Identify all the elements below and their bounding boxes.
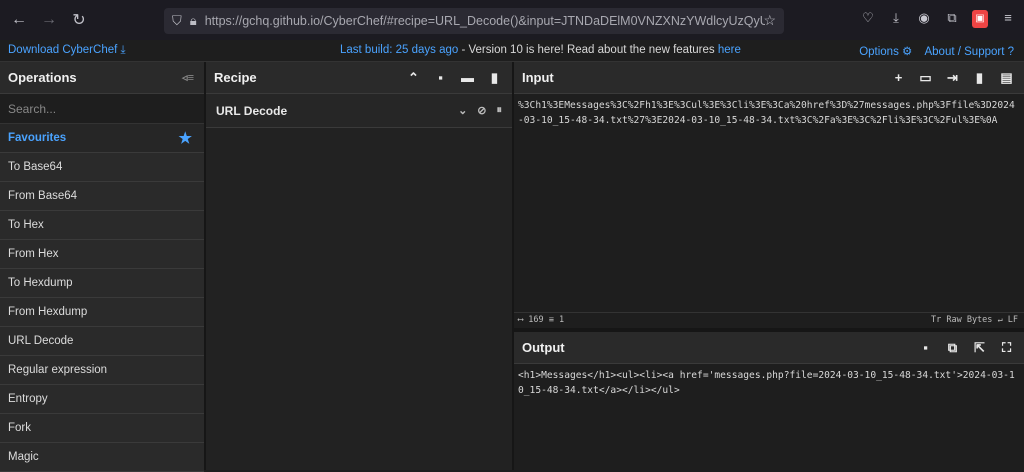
input-encoding[interactable]: Tr Raw Bytes ↵ LF xyxy=(931,315,1018,325)
input-textarea[interactable]: %3Ch1%3EMessages%3C%2Fh1%3E%3Cul%3E%3Cli… xyxy=(518,98,1018,128)
input-statusbar: ⟷ 169 ≡ 1 Tr Raw Bytes ↵ LF xyxy=(514,312,1024,328)
collapse-icon[interactable]: ◃≡ xyxy=(182,71,194,84)
operation-item[interactable]: To Base64 xyxy=(0,153,204,182)
output-title: Output xyxy=(522,340,565,355)
build-info: Last build: 25 days ago - Version 10 is … xyxy=(340,44,741,56)
operations-panel: Operations ◃≡ Search... Favourites ★ To … xyxy=(0,62,204,472)
recipe-title: Recipe xyxy=(214,70,257,85)
open-folder-icon[interactable]: ▭ xyxy=(918,70,933,85)
chevron-down-icon[interactable]: ⌄ xyxy=(458,104,467,117)
operations-header: Operations ◃≡ xyxy=(0,62,204,94)
recipe-operation-name: URL Decode xyxy=(216,104,288,118)
input-panel: Input + ▭ ⇥ ▮ ▤ %3Ch1%3EMessages%3C%2Fh1… xyxy=(514,62,1024,324)
options-button[interactable]: Options ⚙ xyxy=(859,46,912,58)
downloads-icon[interactable]: ⤓ xyxy=(888,10,904,28)
operation-item[interactable]: Regular expression xyxy=(0,356,204,385)
output-panel: Output ▪ ⧉ ⇱ ⛶ <h1>Messages</h1><ul><li>… xyxy=(514,332,1024,470)
operation-item[interactable]: From Base64 xyxy=(0,182,204,211)
back-icon[interactable]: ← xyxy=(8,9,30,31)
copy-icon[interactable]: ⧉ xyxy=(945,340,960,355)
reload-icon[interactable]: ↻ xyxy=(68,9,90,31)
top-banner: Download CyberChef ⤓ Last build: 25 days… xyxy=(0,40,1024,62)
pocket-icon[interactable]: ♡ xyxy=(860,10,876,28)
extensions-icon[interactable]: ⧉ xyxy=(944,10,960,28)
output-header: Output ▪ ⧉ ⇱ ⛶ xyxy=(514,332,1024,364)
favourites-label: Favourites xyxy=(8,132,67,144)
operation-item[interactable]: Fork xyxy=(0,414,204,443)
save-output-icon[interactable]: ▪ xyxy=(918,340,933,355)
recipe-header: Recipe ⌃ ▪ ▬ ▮ xyxy=(206,62,512,94)
trash-icon[interactable]: ▮ xyxy=(972,70,987,85)
browser-toolbar: ← → ↻ ⛉ 🔒︎ https://gchq.github.io/CyberC… xyxy=(0,0,1024,40)
address-bar[interactable]: ⛉ 🔒︎ https://gchq.github.io/CyberChef/#r… xyxy=(164,8,784,34)
pause-icon[interactable]: ⏸︎ xyxy=(497,104,503,117)
operation-item[interactable]: Entropy xyxy=(0,385,204,414)
recipe-operation[interactable]: URL Decode ⌄ ⊘ ⏸︎ xyxy=(206,94,512,128)
layout-icon[interactable]: ▤ xyxy=(999,70,1014,85)
input-title: Input xyxy=(522,70,554,85)
favourites-category[interactable]: Favourites ★ xyxy=(0,124,204,153)
replace-input-icon[interactable]: ⇱ xyxy=(972,340,987,355)
extension-badge-icon[interactable]: ▣ xyxy=(972,10,988,28)
menu-icon[interactable]: ≡ xyxy=(1000,10,1016,28)
input-header: Input + ▭ ⇥ ▮ ▤ xyxy=(514,62,1024,94)
save-icon[interactable]: ▪ xyxy=(433,70,448,85)
output-text[interactable]: <h1>Messages</h1><ul><li><a href='messag… xyxy=(518,368,1018,398)
operation-item[interactable]: From Hexdump xyxy=(0,298,204,327)
add-tab-icon[interactable]: + xyxy=(891,70,906,85)
star-icon[interactable]: ★ xyxy=(179,129,192,147)
disable-icon[interactable]: ⊘ xyxy=(477,104,486,117)
operation-item[interactable]: Magic xyxy=(0,443,204,472)
lock-icon[interactable]: 🔒︎ xyxy=(190,13,197,29)
shield-icon[interactable]: ⛉ xyxy=(172,13,182,29)
options-links: Options ⚙ About / Support ? xyxy=(859,44,1014,58)
operation-item[interactable]: To Hex xyxy=(0,211,204,240)
operations-search-input[interactable]: Search... xyxy=(0,94,204,124)
last-build-link[interactable]: Last build: 25 days ago xyxy=(340,44,458,56)
about-support-button[interactable]: About / Support ? xyxy=(924,46,1014,58)
open-file-icon[interactable]: ⇥ xyxy=(945,70,960,85)
chevron-up-icon[interactable]: ⌃ xyxy=(406,70,421,85)
forward-icon[interactable]: → xyxy=(38,9,60,31)
bookmark-star-icon[interactable]: ☆ xyxy=(763,12,776,29)
url-text[interactable]: https://gchq.github.io/CyberChef/#recipe… xyxy=(205,14,765,28)
trash-icon[interactable]: ▮ xyxy=(487,70,502,85)
maximize-icon[interactable]: ⛶ xyxy=(999,340,1014,355)
operation-item[interactable]: URL Decode xyxy=(0,327,204,356)
operation-item[interactable]: From Hex xyxy=(0,240,204,269)
folder-icon[interactable]: ▬ xyxy=(460,70,475,85)
recipe-panel: Recipe ⌃ ▪ ▬ ▮ URL Decode ⌄ ⊘ ⏸︎ xyxy=(206,62,512,470)
operation-item[interactable]: To Hexdump xyxy=(0,269,204,298)
version-notice: - Version 10 is here! Read about the new… xyxy=(458,44,718,56)
download-cyberchef-link[interactable]: Download CyberChef ⤓ xyxy=(8,44,126,57)
operations-title: Operations xyxy=(8,70,77,85)
here-link[interactable]: here xyxy=(718,44,741,56)
input-stats: ⟷ 169 ≡ 1 xyxy=(518,315,565,325)
account-icon[interactable]: ◉ xyxy=(916,10,932,28)
